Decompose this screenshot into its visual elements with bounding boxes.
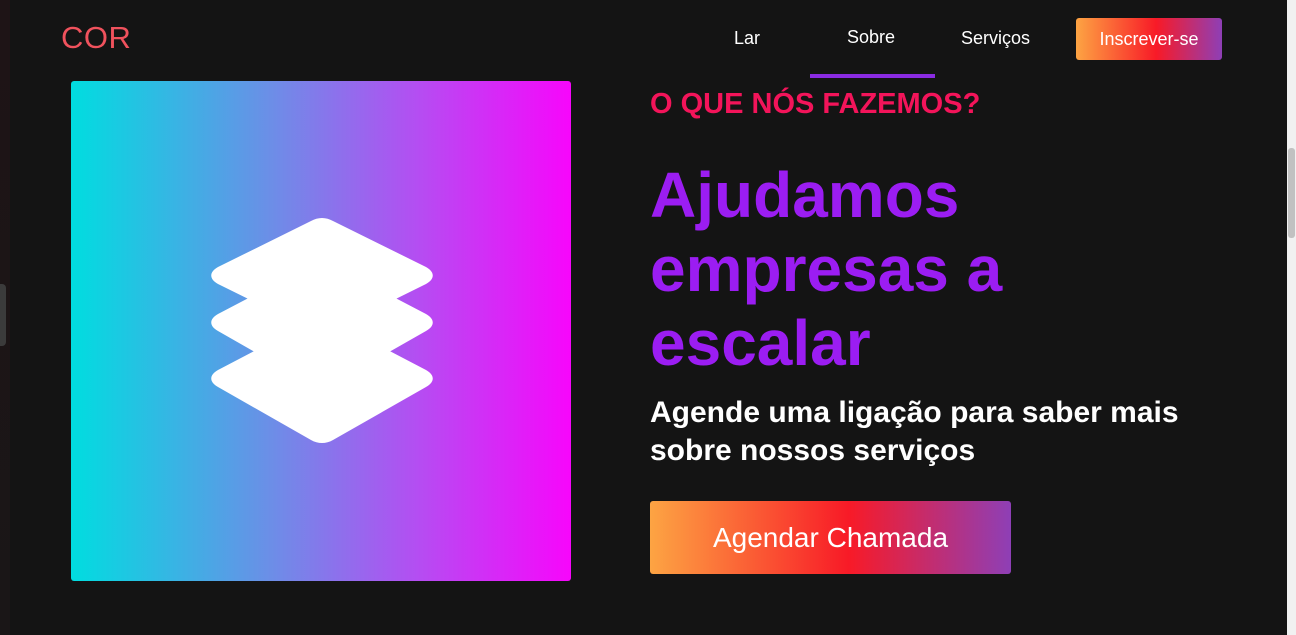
- layers-icon: [211, 218, 433, 443]
- page: COR Lar Sobre Serviços Inscrever-se O QU…: [0, 0, 1296, 635]
- nav-item-lar[interactable]: Lar: [734, 28, 760, 49]
- hero-subhead: Agende uma ligação para saber mais sobre…: [650, 396, 1179, 467]
- hero-image: [71, 81, 571, 581]
- scrollbar-thumb[interactable]: [1288, 148, 1295, 238]
- logo[interactable]: COR: [61, 20, 131, 56]
- section-eyebrow: O QUE NÓS FAZEMOS?: [650, 88, 981, 120]
- scrollbar[interactable]: [1287, 0, 1296, 635]
- schedule-call-button[interactable]: Agendar Chamada: [650, 501, 1011, 574]
- signup-button[interactable]: Inscrever-se: [1076, 18, 1222, 60]
- nav-item-sobre[interactable]: Sobre: [847, 27, 895, 48]
- hero-headline: Ajudamos empresas a escalar: [650, 159, 1003, 379]
- nav-item-servicos[interactable]: Serviços: [961, 28, 1030, 49]
- side-panel-handle[interactable]: [0, 284, 6, 346]
- nav-active-indicator: [810, 74, 935, 78]
